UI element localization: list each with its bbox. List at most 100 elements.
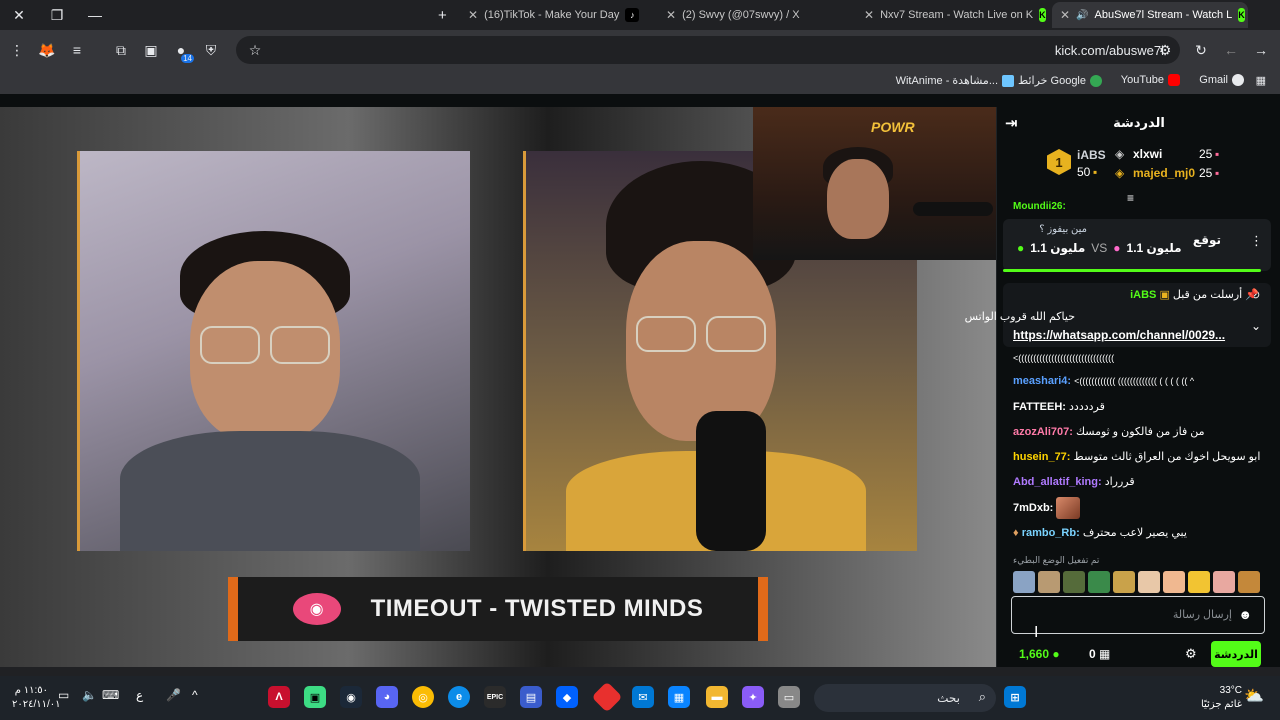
url-text[interactable]: kick.com/abuswe7l xyxy=(1055,43,1164,58)
tab-nxv7[interactable]: ✕ Nxv7 Stream - Watch Live on K K xyxy=(856,2,1046,28)
weather-widget[interactable]: 33°C غائم جزئيًا xyxy=(1196,684,1242,712)
predict-button[interactable]: توقع xyxy=(1193,233,1221,247)
emote-button[interactable] xyxy=(1038,571,1060,593)
forward-icon[interactable]: ← xyxy=(1216,35,1246,65)
expand-grip-icon[interactable]: ≡ xyxy=(1127,191,1134,205)
app-icon[interactable] xyxy=(591,681,623,713)
chevron-down-icon[interactable]: ⌄ xyxy=(1251,319,1261,333)
outlook-icon[interactable]: ✉ xyxy=(632,686,654,708)
chat-username[interactable]: FATTEEH: xyxy=(1013,401,1066,413)
app-icon[interactable]: Λ xyxy=(268,686,290,708)
tab-abuswe7l[interactable]: ✕ 🔊 AbuSwe7l Stream - Watch L K xyxy=(1052,2,1248,28)
leader-user[interactable]: xlxwi xyxy=(1133,147,1162,161)
chat-username[interactable]: meashari4: xyxy=(1013,375,1071,387)
emote-button[interactable] xyxy=(1113,571,1135,593)
person-face xyxy=(827,159,889,239)
app-icon[interactable]: ▣ xyxy=(304,686,326,708)
pinned-link[interactable]: https://whatsapp.com/channel/0029... xyxy=(1013,328,1225,342)
store-icon[interactable]: ▦ xyxy=(668,686,690,708)
system-clock[interactable]: ١١:٥٠ م ٢٠٢٤/١١/٠١ xyxy=(12,684,61,712)
tray-overflow-icon[interactable]: ^ xyxy=(192,688,198,702)
emote-button[interactable] xyxy=(1213,571,1235,593)
emote-button[interactable] xyxy=(1138,571,1160,593)
menu-icon[interactable]: ⋮ xyxy=(2,35,32,65)
video-player[interactable]: POWR ◉ TIMEOUT - TWISTED MINDS xyxy=(0,107,996,667)
copilot-icon[interactable]: ✦ xyxy=(742,686,764,708)
close-tab-icon[interactable]: ✕ xyxy=(468,8,478,22)
close-tab-icon[interactable]: ✕ xyxy=(1060,8,1070,22)
emote-button[interactable] xyxy=(1238,571,1260,593)
steam-icon[interactable]: ◉ xyxy=(340,686,362,708)
app-icon[interactable]: ▭ xyxy=(778,686,800,708)
start-icon[interactable]: ⊞ xyxy=(1004,686,1026,708)
address-bar[interactable] xyxy=(236,36,1180,64)
close-tab-icon[interactable]: ✕ xyxy=(666,8,676,22)
bookmark-maps[interactable]: خرائط Google xyxy=(1018,74,1102,87)
star-icon[interactable]: ☆ xyxy=(240,35,270,65)
emote-button[interactable] xyxy=(1188,571,1210,593)
badge-icon: ▣ xyxy=(1159,289,1170,301)
discord-icon[interactable]: ◕ xyxy=(376,686,398,708)
dropbox-icon[interactable]: ◆ xyxy=(556,686,578,708)
new-tab-button[interactable]: + xyxy=(430,2,455,28)
media-icon[interactable]: ≡ xyxy=(62,35,92,65)
chat-username[interactable]: 7mDxb: xyxy=(1013,502,1053,514)
taskbar-search[interactable]: بحث ⌕ xyxy=(814,684,996,712)
close-tab-icon[interactable]: ✕ xyxy=(864,8,874,22)
tab-tiktok[interactable]: ✕ (16)TikTok - Make Your Day ♪ xyxy=(460,2,650,28)
chat-message: Abd_allatif_king: قررراد xyxy=(1013,475,1135,488)
shield-icon[interactable]: ⛨ xyxy=(196,35,226,65)
chat-settings-icon[interactable]: ⚙ xyxy=(1185,646,1197,662)
volume-icon[interactable]: 🔈 xyxy=(82,688,97,702)
more-options-icon[interactable]: ⋮ xyxy=(1250,233,1263,249)
channel-points[interactable]: 1,660 ● xyxy=(1019,647,1060,661)
app-icon[interactable]: ▤ xyxy=(520,686,542,708)
all-bookmarks-icon[interactable]: ▦ xyxy=(1256,74,1266,87)
emote-button[interactable] xyxy=(1088,571,1110,593)
extensions-puzzle-icon[interactable]: ⧉ xyxy=(106,35,136,65)
edge-icon[interactable]: e xyxy=(448,686,470,708)
bookmark-witanime[interactable]: WitAnime - مشاهدة... xyxy=(896,74,1014,87)
collapse-chat-icon[interactable]: ⇥ xyxy=(1005,114,1018,132)
chat-title: الدردشة xyxy=(1113,115,1165,130)
restore-window-icon[interactable]: ❐ xyxy=(38,0,76,30)
leader-user[interactable]: iABS xyxy=(1077,148,1106,162)
network-icon[interactable]: ⌨ xyxy=(102,688,119,702)
minimize-window-icon[interactable]: — xyxy=(76,0,114,30)
emote-button[interactable] xyxy=(1163,571,1185,593)
extension-badge-icon[interactable]: ● 14 xyxy=(166,35,196,65)
site-settings-icon[interactable]: ⚙ xyxy=(1150,35,1180,65)
gift-icon: ▪ xyxy=(1215,147,1220,161)
extension-icon[interactable]: 🦊 xyxy=(32,35,62,65)
chat-username[interactable]: Abd_allatif_king: xyxy=(1013,476,1102,488)
send-chat-button[interactable]: الدردشة xyxy=(1211,641,1261,667)
chat-username[interactable]: husein_77: xyxy=(1013,451,1070,463)
tab-x[interactable]: ✕ (2) Swvy (@07swvy) / X X xyxy=(658,2,848,28)
language-indicator[interactable]: ع xyxy=(136,688,143,702)
bookmark-youtube[interactable]: YouTube xyxy=(1121,74,1180,86)
emote-button[interactable] xyxy=(1063,571,1085,593)
pinned-user[interactable]: iABS xyxy=(1130,289,1156,301)
badge-icon: ◈ xyxy=(1115,147,1125,161)
epic-games-icon[interactable]: EPIC xyxy=(484,686,506,708)
close-window-icon[interactable]: ✕ xyxy=(0,0,38,30)
emoji-icon[interactable]: ☻ xyxy=(1238,607,1252,622)
battery-icon[interactable]: ▭ xyxy=(58,688,69,702)
microphone-icon[interactable]: 🎤 xyxy=(166,688,181,702)
bookmark-gmail[interactable]: Gmail xyxy=(1199,74,1244,86)
back-icon[interactable]: → xyxy=(1246,35,1276,65)
chat-input[interactable]: إرسال رسالة ☻ xyxy=(1011,596,1265,634)
prediction-options: ● مليون 1.1 VS ● مليون 1.1 xyxy=(1017,241,1182,255)
extension-icon[interactable]: ▣ xyxy=(136,35,166,65)
tab-title: AbuSwe7l Stream - Watch L xyxy=(1094,9,1233,21)
reload-icon[interactable]: ↻ xyxy=(1186,35,1216,65)
emote-button[interactable] xyxy=(1013,571,1035,593)
chrome-icon[interactable]: ◎ xyxy=(412,686,434,708)
chat-username[interactable]: rambo_Rb: xyxy=(1022,527,1080,539)
file-explorer-icon[interactable]: ▬ xyxy=(706,686,728,708)
leader-user[interactable]: majed_mj0 xyxy=(1133,166,1195,180)
gift-counter[interactable]: 0 ▦ xyxy=(1089,647,1110,661)
chat-text: قررراد xyxy=(1104,476,1135,488)
chat-username[interactable]: azozAli707: xyxy=(1013,426,1073,438)
bookmarks-bar: ▦ Gmail YouTube خرائط Google WitAnime - … xyxy=(0,70,1280,94)
